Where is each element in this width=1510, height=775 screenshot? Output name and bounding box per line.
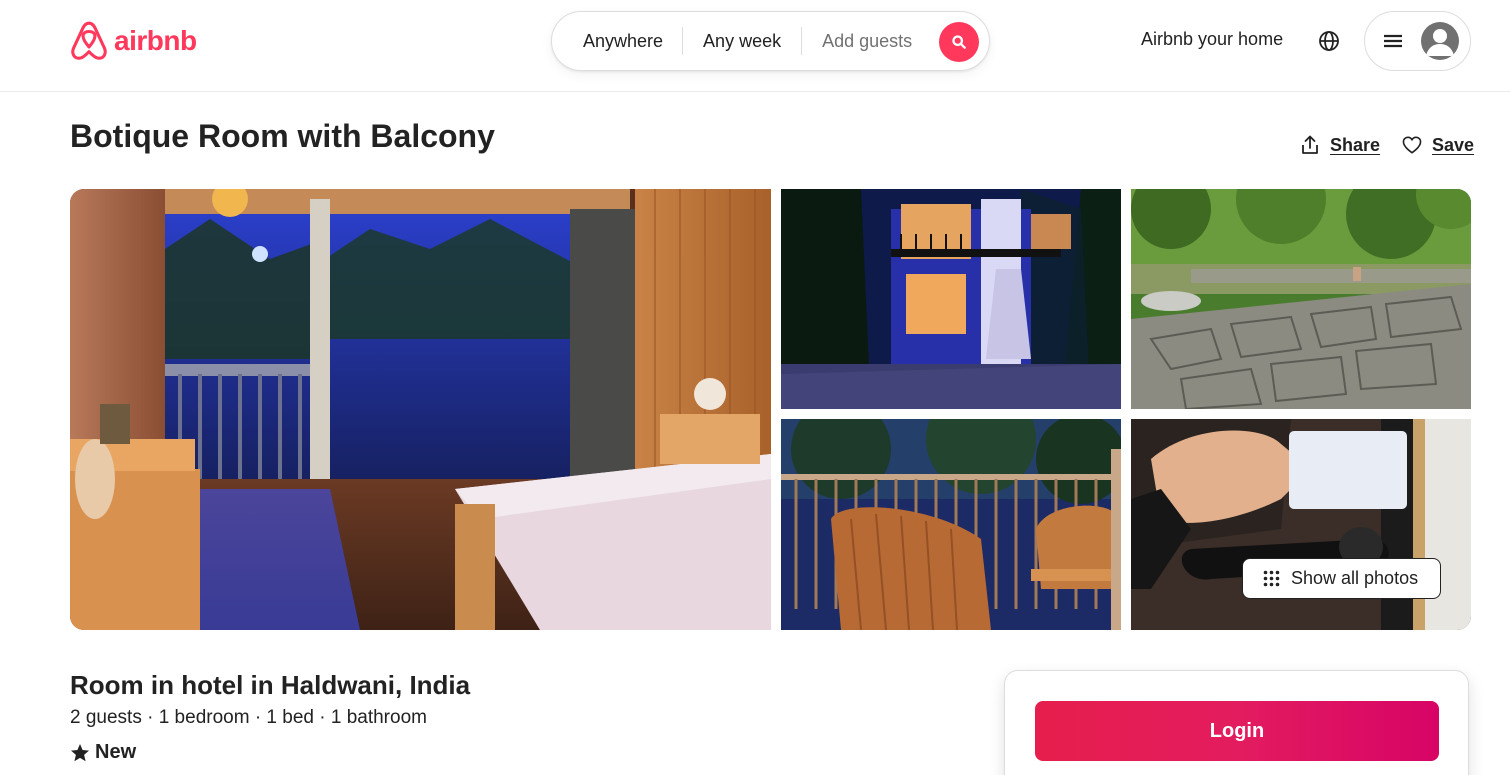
search-guests[interactable]: Add guests xyxy=(802,27,932,55)
booking-card: Login xyxy=(1004,670,1469,775)
listing-rating: New xyxy=(70,741,136,764)
listing-details: 2 guests · 1 bedroom · 1 bed · 1 bathroo… xyxy=(70,707,427,728)
search-location[interactable]: Anywhere xyxy=(552,27,682,55)
search-bar[interactable]: Anywhere Any week Add guests xyxy=(551,11,990,71)
globe-icon[interactable] xyxy=(1317,29,1341,53)
share-icon xyxy=(1302,135,1318,154)
photo-garden-path[interactable] xyxy=(1131,189,1471,409)
photo-balcony[interactable] xyxy=(781,419,1121,630)
search-icon xyxy=(952,35,966,49)
top-header: airbnb Anywhere Any week Add guests Airb… xyxy=(0,0,1510,92)
photo-exterior[interactable] xyxy=(781,189,1121,409)
airbnb-belo-icon xyxy=(71,21,107,60)
show-all-photos-label: Show all photos xyxy=(1291,568,1419,588)
airbnb-your-home-link[interactable]: Airbnb your home xyxy=(1141,29,1283,50)
save-button[interactable]: Save xyxy=(1402,133,1474,157)
user-menu-button[interactable] xyxy=(1364,11,1471,71)
main-photo[interactable] xyxy=(70,189,771,630)
search-dates[interactable]: Any week xyxy=(683,27,801,55)
heart-icon xyxy=(1402,136,1422,154)
save-label: Save xyxy=(1432,134,1475,155)
login-button[interactable]: Login xyxy=(1035,701,1439,761)
brand-name: airbnb xyxy=(114,25,197,56)
share-button[interactable]: Share xyxy=(1300,133,1380,157)
show-all-photos-button[interactable]: Show all photos xyxy=(1242,558,1441,599)
search-button[interactable] xyxy=(939,22,979,62)
share-label: Share xyxy=(1330,134,1381,155)
listing-title: Botique Room with Balcony xyxy=(70,118,495,154)
grid-dots-icon xyxy=(1263,570,1280,587)
listing-subtitle: Room in hotel in Haldwani, India xyxy=(70,670,471,700)
hamburger-icon xyxy=(1384,34,1402,48)
star-icon xyxy=(71,743,89,761)
rating-label: New xyxy=(95,741,137,763)
airbnb-logo[interactable]: airbnb xyxy=(70,20,197,62)
user-avatar-icon xyxy=(1421,22,1459,60)
